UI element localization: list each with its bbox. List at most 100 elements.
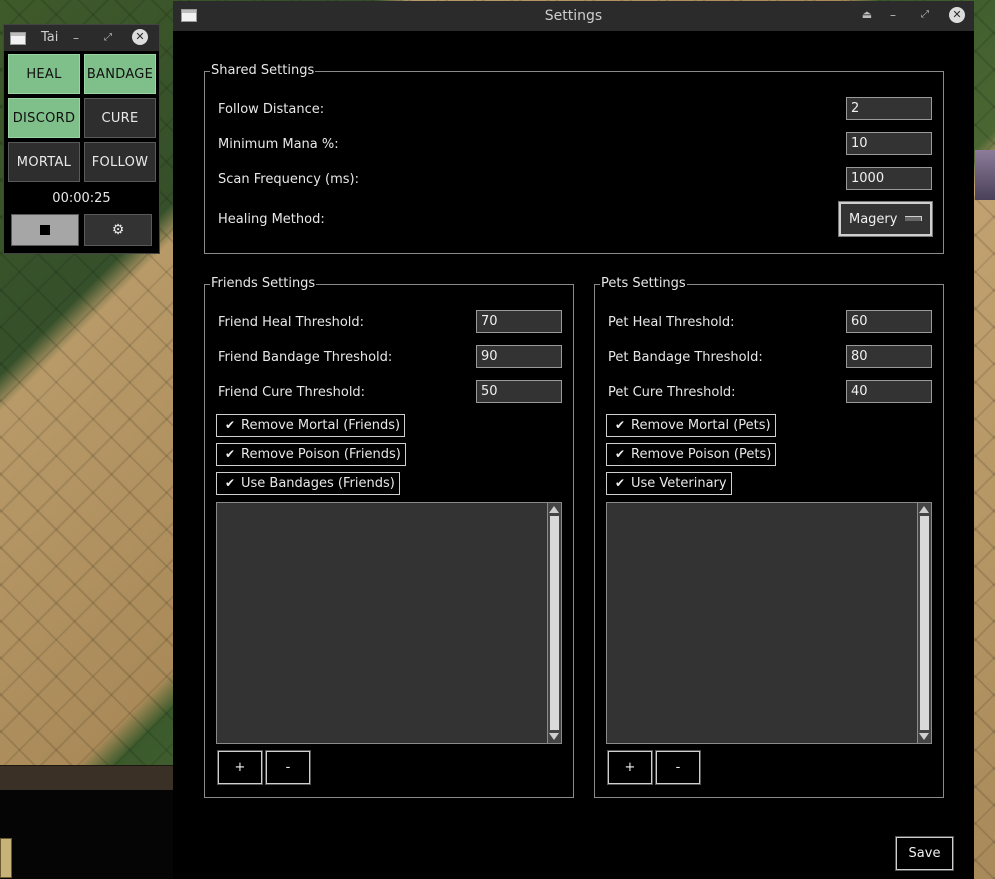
remove-mortal-friends-label: Remove Mortal (Friends) xyxy=(241,418,401,433)
remove-mortal-friends-checkbox[interactable]: ✔ Remove Mortal (Friends) xyxy=(216,414,406,437)
pets-list-scrollbar[interactable] xyxy=(917,503,931,743)
use-veterinary-label: Use Veterinary xyxy=(631,476,727,491)
game-item-icon[interactable] xyxy=(0,838,12,878)
checkmark-icon: ✔ xyxy=(225,418,236,432)
restore-icon[interactable]: ⤢ xyxy=(917,7,933,23)
scroll-up-icon[interactable] xyxy=(919,506,929,513)
follow-distance-input[interactable] xyxy=(846,97,932,120)
action-button-grid: HEAL BANDAGE DISCORD CURE MORTAL FOLLOW xyxy=(8,54,156,182)
save-button[interactable]: Save xyxy=(895,836,954,871)
friend-heal-threshold-input[interactable] xyxy=(476,310,562,333)
remove-pet-button[interactable]: - xyxy=(655,750,701,785)
friend-cure-threshold-label: Friend Cure Threshold: xyxy=(218,385,366,400)
checkmark-icon: ✔ xyxy=(225,447,236,461)
remove-pet-label: - xyxy=(675,760,681,775)
remove-friend-label: - xyxy=(285,760,291,775)
minimum-mana-label: Minimum Mana %: xyxy=(218,137,339,152)
checkmark-icon: ✔ xyxy=(615,447,626,461)
follow-distance-label: Follow Distance: xyxy=(218,102,325,117)
shade-icon[interactable]: ⏏ xyxy=(859,7,875,23)
remove-poison-pets-checkbox[interactable]: ✔ Remove Poison (Pets) xyxy=(606,443,777,466)
mini-titlebar[interactable]: Tai – ⤢ ✕ xyxy=(4,25,159,51)
dropdown-indicator-icon xyxy=(905,216,922,221)
scan-frequency-input[interactable] xyxy=(846,167,932,190)
healing-method-value: Magery xyxy=(849,212,898,227)
friend-bandage-threshold-label: Friend Bandage Threshold: xyxy=(218,350,393,365)
scroll-down-icon[interactable] xyxy=(549,733,559,740)
friends-settings-group: Friends Settings Friend Heal Threshold: … xyxy=(204,276,574,798)
pets-settings-legend: Pets Settings xyxy=(600,276,687,291)
healing-method-label: Healing Method: xyxy=(218,212,325,227)
game-shadow-area xyxy=(0,790,180,879)
remove-friend-button[interactable]: - xyxy=(265,750,311,785)
game-character-sprite xyxy=(975,150,995,200)
friends-list[interactable] xyxy=(216,502,562,744)
healing-method-select[interactable]: Magery xyxy=(838,201,933,237)
follow-toggle-label: FOLLOW xyxy=(91,154,149,170)
stop-square-icon xyxy=(40,225,50,235)
settings-window: Settings ⏏ – ⤢ ✕ Shared Settings Follow … xyxy=(173,1,974,879)
mortal-toggle-label: MORTAL xyxy=(16,154,72,170)
checkmark-icon: ✔ xyxy=(615,418,626,432)
save-button-label: Save xyxy=(908,846,941,861)
minimize-icon[interactable]: – xyxy=(68,30,84,46)
friend-heal-threshold-label: Friend Heal Threshold: xyxy=(218,315,365,330)
add-pet-label: + xyxy=(624,760,636,775)
bandage-toggle-label: BANDAGE xyxy=(86,66,154,82)
add-friend-button[interactable]: + xyxy=(217,750,263,785)
close-icon[interactable]: ✕ xyxy=(949,7,965,23)
pet-cure-threshold-label: Pet Cure Threshold: xyxy=(608,385,736,400)
discord-toggle-label: DISCORD xyxy=(12,110,76,126)
use-veterinary-checkbox[interactable]: ✔ Use Veterinary xyxy=(606,472,732,495)
friends-settings-legend: Friends Settings xyxy=(210,276,317,291)
settings-titlebar[interactable]: Settings ⏏ – ⤢ ✕ xyxy=(173,1,974,31)
heal-toggle-button[interactable]: HEAL xyxy=(8,54,80,94)
bandage-toggle-button[interactable]: BANDAGE xyxy=(84,54,156,94)
add-friend-label: + xyxy=(234,760,246,775)
checkmark-icon: ✔ xyxy=(225,476,236,490)
checkmark-icon: ✔ xyxy=(615,476,626,490)
window-app-icon xyxy=(10,32,26,45)
settings-window-title: Settings xyxy=(544,8,603,24)
settings-button[interactable]: ⚙ xyxy=(84,214,152,246)
cure-toggle-button[interactable]: CURE xyxy=(84,98,156,138)
close-icon[interactable]: ✕ xyxy=(132,29,148,45)
gear-icon: ⚙ xyxy=(111,222,125,238)
bot-control-window: Tai – ⤢ ✕ HEAL BANDAGE DISCORD CURE MORT… xyxy=(3,24,160,254)
discord-toggle-button[interactable]: DISCORD xyxy=(8,98,80,138)
shared-settings-legend: Shared Settings xyxy=(210,63,316,78)
scan-frequency-label: Scan Frequency (ms): xyxy=(218,172,359,187)
friend-bandage-threshold-input[interactable] xyxy=(476,345,562,368)
pet-bandage-threshold-label: Pet Bandage Threshold: xyxy=(608,350,763,365)
remove-poison-pets-label: Remove Poison (Pets) xyxy=(631,447,772,462)
add-pet-button[interactable]: + xyxy=(607,750,653,785)
pet-bandage-threshold-input[interactable] xyxy=(846,345,932,368)
scroll-down-icon[interactable] xyxy=(919,733,929,740)
game-wall-strip xyxy=(0,765,180,791)
pet-cure-threshold-input[interactable] xyxy=(846,380,932,403)
remove-mortal-pets-checkbox[interactable]: ✔ Remove Mortal (Pets) xyxy=(606,414,776,437)
friend-cure-threshold-input[interactable] xyxy=(476,380,562,403)
friends-list-scrollbar[interactable] xyxy=(547,503,561,743)
use-bandages-friends-checkbox[interactable]: ✔ Use Bandages (Friends) xyxy=(216,472,400,495)
minimum-mana-input[interactable] xyxy=(846,132,932,155)
remove-poison-friends-label: Remove Poison (Friends) xyxy=(241,447,401,462)
scroll-up-icon[interactable] xyxy=(549,506,559,513)
mortal-toggle-button[interactable]: MORTAL xyxy=(8,142,80,182)
stop-button[interactable] xyxy=(11,214,79,246)
elapsed-timer: 00:00:25 xyxy=(52,191,111,206)
pets-list[interactable] xyxy=(606,502,932,744)
scroll-thumb[interactable] xyxy=(550,516,559,730)
pet-heal-threshold-label: Pet Heal Threshold: xyxy=(608,315,735,330)
minimize-icon[interactable]: – xyxy=(885,7,901,23)
restore-icon[interactable]: ⤢ xyxy=(100,30,116,46)
heal-toggle-label: HEAL xyxy=(26,66,62,82)
mini-window-title: Tai xyxy=(41,30,59,45)
cure-toggle-label: CURE xyxy=(101,110,139,126)
remove-poison-friends-checkbox[interactable]: ✔ Remove Poison (Friends) xyxy=(216,443,406,466)
follow-toggle-button[interactable]: FOLLOW xyxy=(84,142,156,182)
pet-heal-threshold-input[interactable] xyxy=(846,310,932,333)
use-bandages-friends-label: Use Bandages (Friends) xyxy=(241,476,395,491)
scroll-thumb[interactable] xyxy=(920,516,929,730)
remove-mortal-pets-label: Remove Mortal (Pets) xyxy=(631,418,771,433)
